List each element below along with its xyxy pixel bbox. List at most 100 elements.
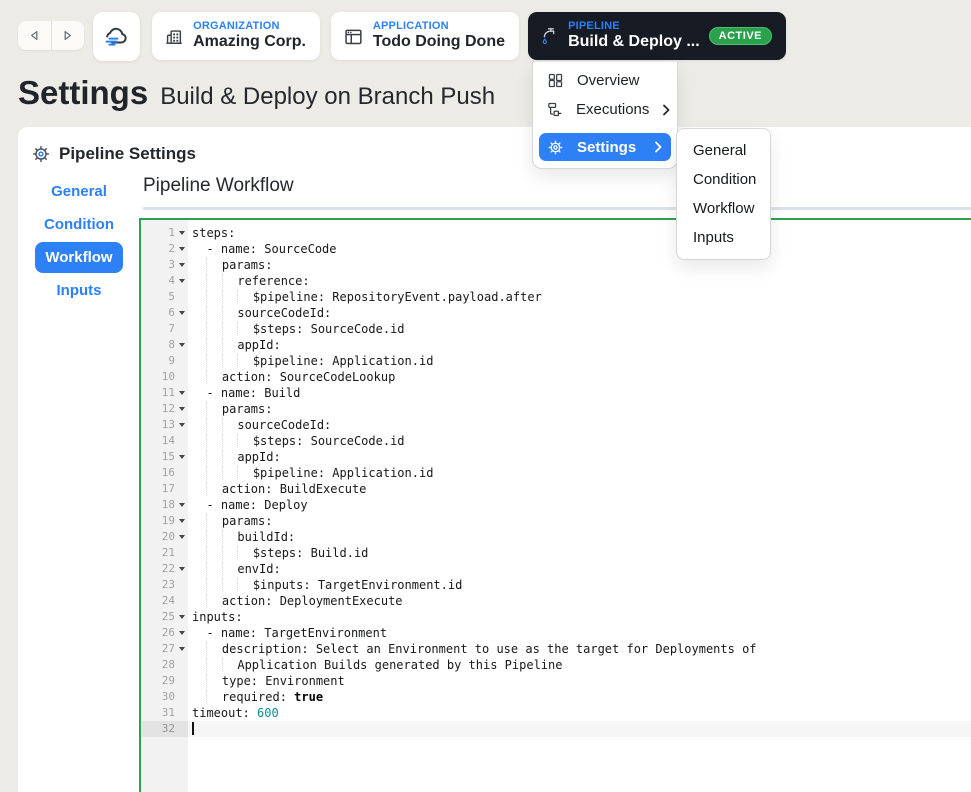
submenu-item-workflow[interactable]: Workflow — [677, 194, 770, 223]
code-line[interactable]: $steps: SourceCode.id — [188, 433, 971, 449]
editor-line[interactable]: 7 $steps: SourceCode.id — [141, 321, 971, 337]
code-line[interactable]: $steps: Build.id — [188, 545, 971, 561]
fold-arrow-icon[interactable] — [175, 273, 188, 289]
editor-line[interactable]: 15 appId: — [141, 449, 971, 465]
code-line[interactable]: description: Select an Environment to us… — [188, 641, 971, 657]
code-line[interactable]: appId: — [188, 449, 971, 465]
code-line[interactable]: action: BuildExecute — [188, 481, 971, 497]
editor-line[interactable]: 32 — [141, 721, 971, 737]
code-line[interactable]: timeout: 600 — [188, 705, 971, 721]
submenu-item-general[interactable]: General — [677, 136, 770, 165]
code-line[interactable]: action: SourceCodeLookup — [188, 369, 971, 385]
line-gutter: 30 — [141, 689, 188, 705]
fold-arrow-icon[interactable] — [175, 417, 188, 433]
menu-item-overview[interactable]: Overview — [533, 66, 677, 95]
fold-arrow-icon[interactable] — [175, 241, 188, 257]
code-line[interactable]: buildId: — [188, 529, 971, 545]
editor-line[interactable]: 6 sourceCodeId: — [141, 305, 971, 321]
editor-line[interactable]: 13 sourceCodeId: — [141, 417, 971, 433]
code-line[interactable]: - name: TargetEnvironment — [188, 625, 971, 641]
editor-line[interactable]: 17 action: BuildExecute — [141, 481, 971, 497]
editor-line[interactable]: 16 $pipeline: Application.id — [141, 465, 971, 481]
editor-line[interactable]: 28 Application Builds generated by this … — [141, 657, 971, 673]
code-line[interactable] — [188, 721, 971, 737]
menu-item-executions[interactable]: Executions — [533, 95, 677, 124]
code-line[interactable]: required: true — [188, 689, 971, 705]
editor-line[interactable]: 10 action: SourceCodeLookup — [141, 369, 971, 385]
code-line[interactable]: - name: SourceCode — [188, 241, 971, 257]
submenu-item-condition[interactable]: Condition — [677, 165, 770, 194]
code-line[interactable]: sourceCodeId: — [188, 305, 971, 321]
editor-line[interactable]: 9 $pipeline: Application.id — [141, 353, 971, 369]
code-line[interactable]: $pipeline: Application.id — [188, 465, 971, 481]
editor-line[interactable]: 3 params: — [141, 257, 971, 273]
sidebar-item-inputs[interactable]: Inputs — [35, 283, 123, 299]
editor-line[interactable]: 11 - name: Build — [141, 385, 971, 401]
fold-arrow-icon[interactable] — [175, 625, 188, 641]
code-line[interactable]: type: Environment — [188, 673, 971, 689]
code-line[interactable]: Application Builds generated by this Pip… — [188, 657, 971, 673]
app-breadcrumb-card[interactable]: APPLICATION Todo Doing Done — [331, 12, 519, 60]
editor-line[interactable]: 4 reference: — [141, 273, 971, 289]
code-line[interactable]: params: — [188, 513, 971, 529]
fold-arrow-icon[interactable] — [175, 257, 188, 273]
code-line[interactable]: sourceCodeId: — [188, 417, 971, 433]
editor-line[interactable]: 2 - name: SourceCode — [141, 241, 971, 257]
fold-arrow-icon[interactable] — [175, 401, 188, 417]
fold-arrow-icon[interactable] — [175, 385, 188, 401]
fold-arrow-icon[interactable] — [175, 609, 188, 625]
code-line[interactable]: - name: Deploy — [188, 497, 971, 513]
code-line[interactable]: $pipeline: Application.id — [188, 353, 971, 369]
editor-line[interactable]: 30 required: true — [141, 689, 971, 705]
editor-line[interactable]: 27 description: Select an Environment to… — [141, 641, 971, 657]
code-line[interactable]: $inputs: TargetEnvironment.id — [188, 577, 971, 593]
sidebar-item-workflow[interactable]: Workflow — [35, 242, 123, 273]
editor-line[interactable]: 1steps: — [141, 225, 971, 241]
yaml-code-editor[interactable]: 1steps:2 - name: SourceCode3 params:4 re… — [139, 218, 971, 792]
editor-line[interactable]: 18 - name: Deploy — [141, 497, 971, 513]
code-line[interactable]: $steps: SourceCode.id — [188, 321, 971, 337]
code-line[interactable]: reference: — [188, 273, 971, 289]
code-line[interactable]: appId: — [188, 337, 971, 353]
editor-line[interactable]: 5 $pipeline: RepositoryEvent.payload.aft… — [141, 289, 971, 305]
menu-item-settings[interactable]: Settings — [539, 133, 671, 161]
sidebar-item-condition[interactable]: Condition — [35, 217, 123, 233]
editor-line[interactable]: 26 - name: TargetEnvironment — [141, 625, 971, 641]
code-line[interactable]: steps: — [188, 225, 971, 241]
editor-line[interactable]: 22 envId: — [141, 561, 971, 577]
editor-line[interactable]: 31timeout: 600 — [141, 705, 971, 721]
code-line[interactable]: inputs: — [188, 609, 971, 625]
fold-arrow-icon[interactable] — [175, 337, 188, 353]
submenu-item-inputs[interactable]: Inputs — [677, 223, 770, 252]
fold-arrow-icon[interactable] — [175, 449, 188, 465]
back-button[interactable] — [18, 21, 51, 50]
code-line[interactable]: $pipeline: RepositoryEvent.payload.after — [188, 289, 971, 305]
editor-line[interactable]: 8 appId: — [141, 337, 971, 353]
editor-line[interactable]: 21 $steps: Build.id — [141, 545, 971, 561]
editor-line[interactable]: 19 params: — [141, 513, 971, 529]
org-breadcrumb-card[interactable]: ORGANIZATION Amazing Corp. — [152, 12, 320, 60]
sidebar-item-general[interactable]: General — [35, 184, 123, 200]
code-line[interactable]: - name: Build — [188, 385, 971, 401]
editor-line[interactable]: 20 buildId: — [141, 529, 971, 545]
forward-button[interactable] — [52, 21, 85, 50]
fold-arrow-icon[interactable] — [175, 561, 188, 577]
editor-line[interactable]: 14 $steps: SourceCode.id — [141, 433, 971, 449]
fold-arrow-icon[interactable] — [175, 225, 188, 241]
editor-line[interactable]: 24 action: DeploymentExecute — [141, 593, 971, 609]
editor-line[interactable]: 29 type: Environment — [141, 673, 971, 689]
pipeline-breadcrumb-card[interactable]: PIPELINE Build & Deploy ... ACTIVE — [528, 12, 786, 60]
fold-arrow-icon[interactable] — [175, 641, 188, 657]
fold-arrow-icon[interactable] — [175, 529, 188, 545]
fold-arrow-icon[interactable] — [175, 513, 188, 529]
fold-arrow-icon[interactable] — [175, 305, 188, 321]
fold-arrow-icon[interactable] — [175, 497, 188, 513]
code-line[interactable]: params: — [188, 401, 971, 417]
editor-line[interactable]: 12 params: — [141, 401, 971, 417]
editor-line[interactable]: 23 $inputs: TargetEnvironment.id — [141, 577, 971, 593]
editor-line[interactable]: 25inputs: — [141, 609, 971, 625]
code-line[interactable]: action: DeploymentExecute — [188, 593, 971, 609]
code-line[interactable]: params: — [188, 257, 971, 273]
code-line[interactable]: envId: — [188, 561, 971, 577]
home-logo-button[interactable] — [93, 12, 140, 61]
